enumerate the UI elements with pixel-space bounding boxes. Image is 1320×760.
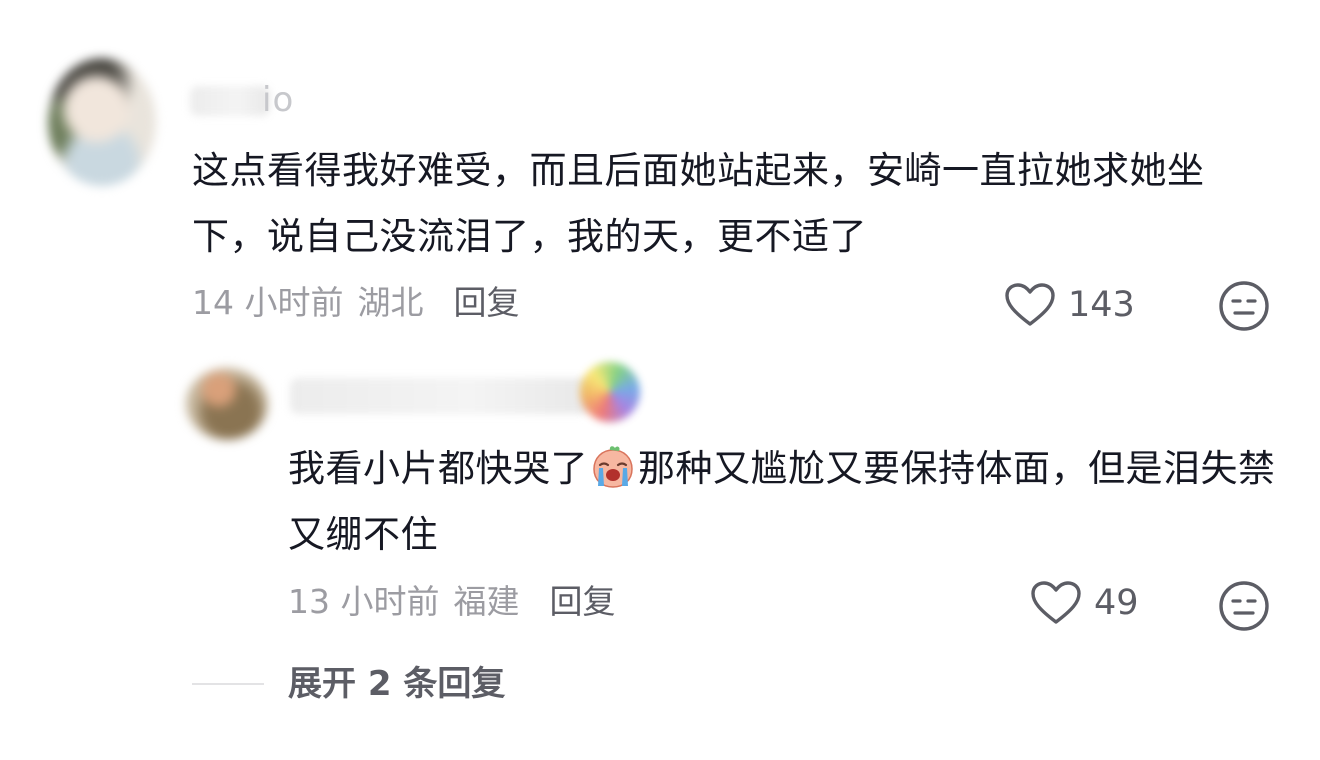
heart-outline-icon (1005, 283, 1055, 326)
neutral-face-icon (1219, 581, 1269, 631)
comment-meta: 13 小时前 福建 回复 (288, 582, 615, 622)
dislike-button[interactable] (1218, 280, 1270, 336)
username-blurred[interactable] (190, 86, 270, 116)
comment-time: 14 小时前 (192, 283, 344, 322)
dislike-button[interactable] (1218, 580, 1270, 636)
comment-text-part: 我看小片都快哭了 (288, 447, 588, 490)
like-count: 49 (1094, 583, 1139, 623)
crying-face-emoji (593, 446, 633, 488)
avatar[interactable] (186, 368, 268, 440)
reply-button[interactable]: 回复 (453, 283, 519, 322)
comment-text: 这点看得我好难受，而且后面她站起来，安崎一直拉她求她坐下，说自己没流泪了，我的天… (192, 149, 1205, 258)
rainbow-badge-icon (580, 362, 640, 422)
expand-replies-button[interactable]: 展开 2 条回复 (288, 664, 505, 704)
like-count: 143 (1068, 285, 1135, 325)
username-blurred[interactable] (290, 378, 590, 414)
avatar[interactable] (48, 58, 156, 186)
comment-meta: 14 小时前 湖北 回复 (192, 283, 519, 323)
reply-button[interactable]: 回复 (549, 582, 615, 621)
comment-location: 湖北 (357, 283, 424, 322)
like-button[interactable]: 49 (1030, 580, 1139, 626)
username[interactable]: io (262, 80, 294, 120)
like-button[interactable]: 143 (1004, 282, 1135, 328)
comment-location: 福建 (453, 582, 520, 621)
heart-outline-icon (1031, 581, 1081, 624)
neutral-face-icon (1219, 281, 1269, 331)
comment-time: 13 小时前 (288, 582, 440, 621)
divider (192, 683, 264, 685)
comment-text: 我看小片都快哭了 那种又尴尬又要保持体面，但是泪失禁又绷不住 (288, 436, 1278, 568)
